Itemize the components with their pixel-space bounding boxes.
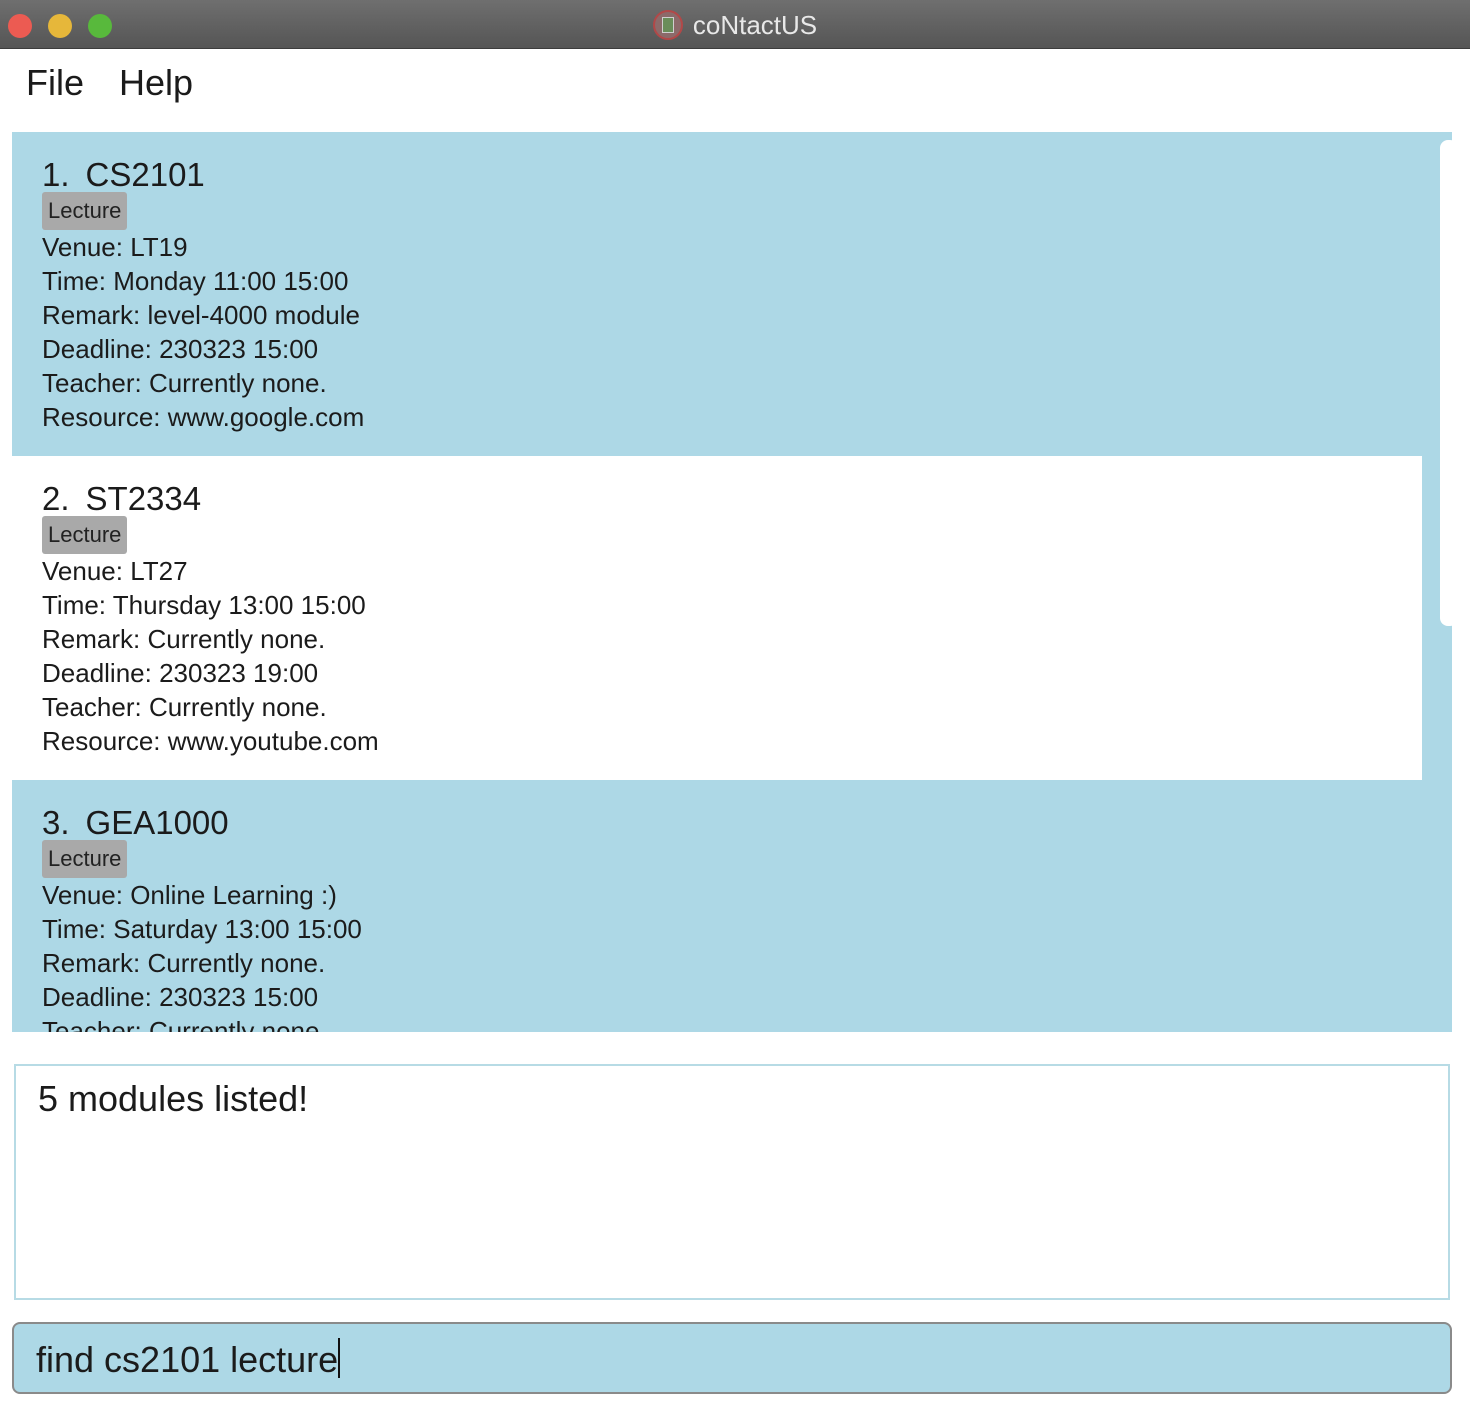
command-input[interactable]: find cs2101 lecture — [12, 1322, 1452, 1394]
module-time: Time: Saturday 13:00 15:00 — [42, 914, 362, 944]
module-card[interactable]: 3. GEA1000 Lecture Venue: Online Learning… — [12, 780, 1422, 1032]
module-teacher: Teacher: Currently none. — [42, 368, 327, 398]
module-venue: Venue: LT27 — [42, 556, 188, 586]
window-title-group: coNtactUS — [0, 8, 1470, 42]
command-value: find cs2101 lecture — [36, 1339, 339, 1380]
module-resource: Resource: www.youtube.com — [42, 726, 379, 756]
text-caret — [338, 1338, 341, 1378]
module-venue: Venue: LT19 — [42, 232, 188, 262]
module-title: 2. ST2334 — [42, 480, 201, 518]
module-deadline: Deadline: 230323 15:00 — [42, 982, 319, 1012]
module-deadline: Deadline: 230323 15:00 — [42, 334, 319, 364]
module-tag: Lecture — [42, 840, 128, 878]
window-title: coNtactUS — [692, 9, 818, 40]
menu-help[interactable]: Help — [119, 62, 193, 104]
module-code: ST2334 — [85, 480, 202, 517]
module-remark: Remark: Currently none. — [42, 624, 326, 654]
module-teacher: Teacher: Currently none. — [42, 692, 327, 722]
module-index: 2. — [42, 480, 70, 517]
command-text: find cs2101 lecture — [36, 1338, 341, 1381]
module-remark: Remark: Currently none. — [42, 948, 326, 978]
result-display: 5 modules listed! — [14, 1064, 1450, 1300]
scrollbar-thumb[interactable] — [1440, 140, 1452, 626]
menu-file[interactable]: File — [26, 62, 84, 104]
module-resource: Resource: www.google.com — [42, 402, 365, 432]
module-tag: Lecture — [42, 516, 128, 554]
module-index: 1. — [42, 156, 70, 193]
module-time: Time: Thursday 13:00 15:00 — [42, 590, 366, 620]
module-title: 1. CS2101 — [42, 156, 205, 194]
module-teacher: Teacher: Currently none. — [42, 1016, 327, 1032]
module-deadline: Deadline: 230323 19:00 — [42, 658, 319, 688]
module-tag: Lecture — [42, 192, 128, 230]
module-remark: Remark: level-4000 module — [42, 300, 360, 330]
address-book-icon — [652, 10, 683, 40]
module-index: 3. — [42, 804, 70, 841]
module-list[interactable]: 1. CS2101 Lecture Venue: LT19 Time: Monda… — [12, 132, 1452, 1032]
module-venue: Venue: Online Learning :) — [42, 880, 337, 910]
title-bar: coNtactUS — [0, 0, 1470, 49]
module-card[interactable]: 2. ST2334 Lecture Venue: LT27 Time: Thurs… — [12, 456, 1422, 780]
module-code: CS2101 — [85, 156, 205, 193]
module-title: 3. GEA1000 — [42, 804, 229, 842]
module-time: Time: Monday 11:00 15:00 — [42, 266, 349, 296]
module-card[interactable]: 1. CS2101 Lecture Venue: LT19 Time: Monda… — [12, 132, 1422, 456]
result-message: 5 modules listed! — [38, 1078, 309, 1119]
menu-bar: File Help — [0, 48, 1470, 118]
module-code: GEA1000 — [85, 804, 229, 841]
